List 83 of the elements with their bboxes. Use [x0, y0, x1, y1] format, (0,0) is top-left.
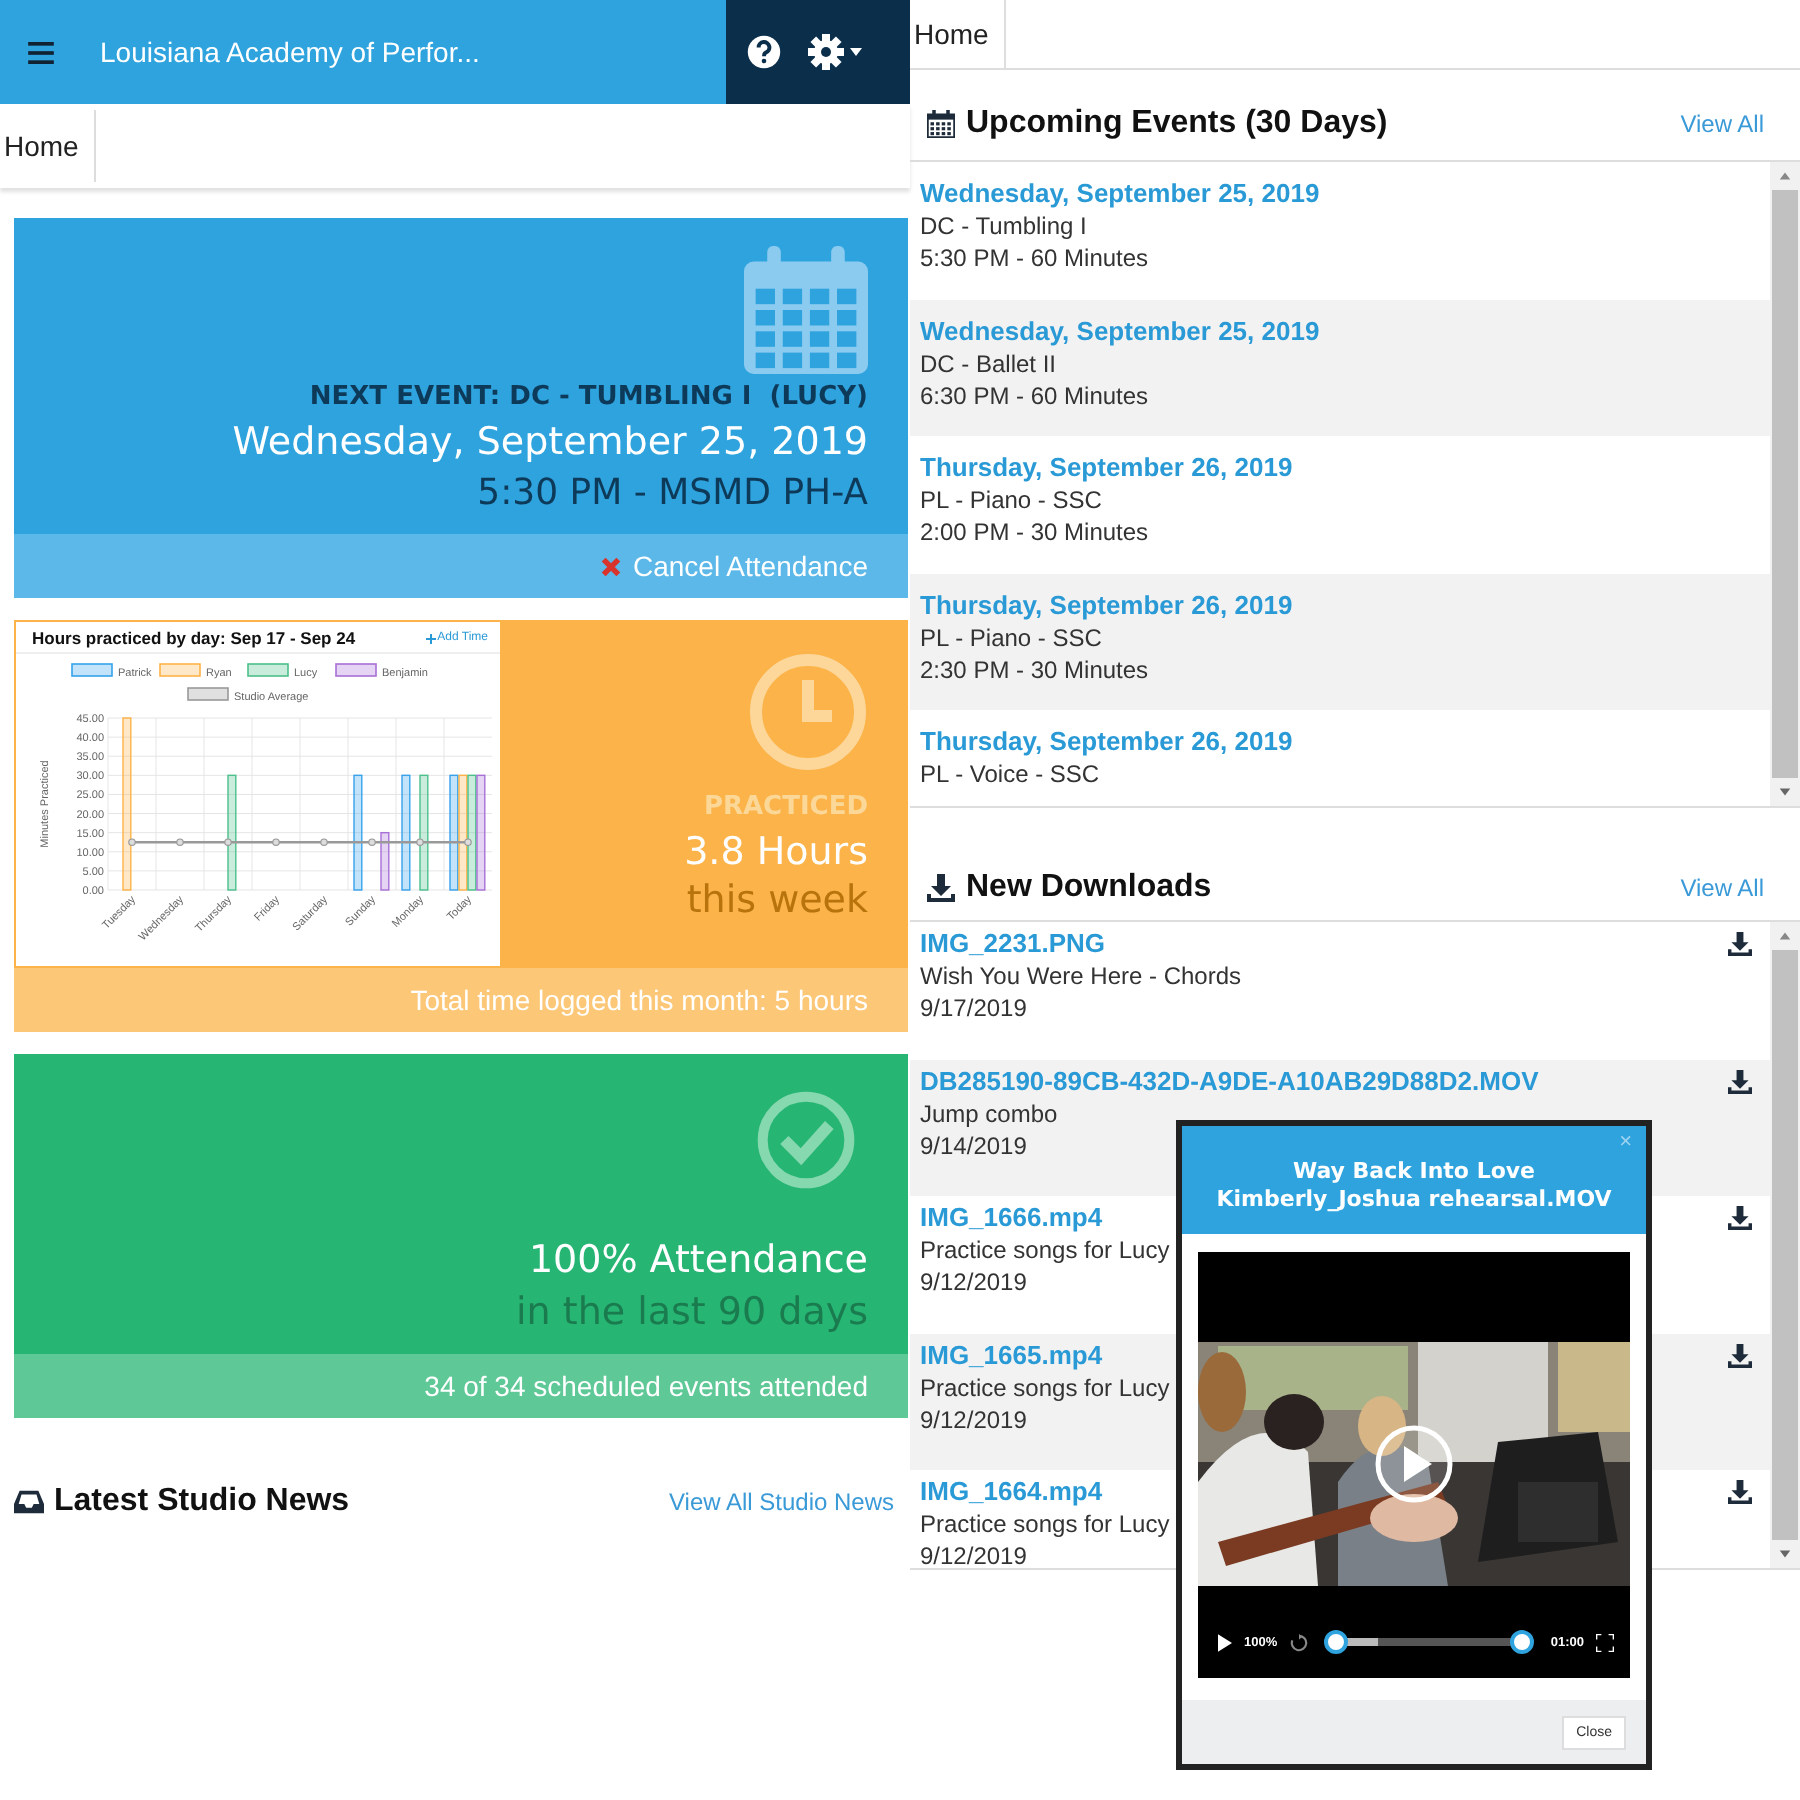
event-time: 2:30 PM - 30 Minutes — [920, 655, 1151, 683]
view-all-news-link[interactable]: View All Studio News — [669, 1488, 894, 1516]
event-date-link[interactable]: Wednesday, September 25, 2019 — [920, 178, 1760, 208]
x-icon — [600, 555, 623, 577]
scroll-down-icon[interactable] — [1778, 1548, 1792, 1560]
fullscreen-icon[interactable] — [1596, 1633, 1614, 1651]
event-date-link[interactable]: Thursday, September 26, 2019 — [920, 589, 1760, 619]
scrollbar[interactable] — [1770, 162, 1800, 806]
end-handle[interactable] — [1510, 1630, 1535, 1654]
scroll-up-icon[interactable] — [1778, 930, 1792, 942]
scrollbar[interactable] — [1770, 922, 1800, 1568]
practiced-period: this week — [686, 878, 868, 922]
plus-icon — [425, 633, 436, 643]
download-icon[interactable] — [1728, 1480, 1752, 1504]
download-icon[interactable] — [1728, 1343, 1752, 1367]
download-icon[interactable] — [1728, 1069, 1752, 1093]
dialog-title: Way Back Into Love — [1292, 1158, 1536, 1186]
breadcrumb-link[interactable]: Home — [910, 0, 1007, 70]
section-title: Upcoming Events (30 Days) — [966, 106, 1388, 142]
scroll-thumb[interactable] — [1772, 190, 1798, 778]
download-icon[interactable] — [1728, 1206, 1752, 1230]
seek-bar[interactable] — [1323, 1630, 1535, 1654]
event-date-link[interactable]: Thursday, September 26, 2019 — [920, 452, 1760, 482]
event-time: 6:30 PM - 60 Minutes — [920, 381, 1151, 409]
file-name-link[interactable]: IMG_2231.PNG — [920, 928, 1242, 958]
seek-handle[interactable] — [1323, 1630, 1348, 1654]
close-button[interactable]: × — [1619, 1130, 1632, 1154]
menu-icon[interactable] — [28, 41, 54, 63]
file-description: Practice songs for Lucy — [920, 1510, 1170, 1538]
file-date: 9/12/2019 — [920, 1542, 1029, 1568]
event-date-link[interactable]: Thursday, September 26, 2019 — [920, 726, 1760, 756]
breadcrumb-link[interactable]: Home — [0, 110, 97, 182]
view-all-link[interactable]: View All — [1680, 874, 1764, 902]
file-date: 9/17/2019 — [920, 994, 1029, 1022]
event-time: 5:30 PM - 60 Minutes — [920, 244, 1151, 272]
file-name-link[interactable]: IMG_1664.mp4 — [920, 1476, 1170, 1506]
event-name: PL - Piano - SSC — [920, 486, 1104, 514]
monthly-total: Total time logged this month: 5 hours — [410, 984, 868, 1016]
attendance-percent: 100% Attendance — [528, 1238, 868, 1282]
file-description: Practice songs for Lucy — [920, 1236, 1170, 1264]
file-description: Wish You Were Here - Chords — [920, 962, 1242, 990]
news-title: Latest Studio News — [54, 1484, 350, 1520]
event-name: PL - Piano - SSC — [920, 623, 1104, 651]
calendar-icon — [744, 246, 868, 374]
section-title: New Downloads — [966, 870, 1212, 906]
event-time: 5:30 PM - MSMD PH-A — [477, 472, 868, 514]
events-attended: 34 of 34 scheduled events attended — [424, 1370, 868, 1402]
replay-icon[interactable] — [1289, 1633, 1308, 1651]
event-time: 2:00 PM - 30 Minutes — [920, 518, 1151, 546]
file-name-link[interactable]: IMG_1665.mp4 — [920, 1339, 1170, 1369]
event-date-link[interactable]: Wednesday, September 25, 2019 — [920, 315, 1760, 345]
file-name-link[interactable]: DB285190-89CB-432D-A9DE-A10AB29D88D2.MOV — [920, 1065, 1539, 1095]
calendar-icon — [926, 110, 956, 138]
practiced-hours: 3.8 Hours — [684, 830, 868, 874]
view-all-link[interactable]: View All — [1680, 110, 1764, 138]
play-icon[interactable] — [1218, 1633, 1232, 1651]
next-event-label: NEXT EVENT: DC - TUMBLING I (LUCY) — [309, 382, 868, 412]
scroll-up-icon[interactable] — [1778, 170, 1792, 182]
scroll-down-icon[interactable] — [1778, 786, 1792, 798]
file-description: Practice songs for Lucy — [920, 1373, 1170, 1401]
file-date: 9/12/2019 — [920, 1405, 1029, 1433]
play-button-icon[interactable] — [1374, 1424, 1454, 1504]
event-name: PL - Voice - SSC — [920, 760, 1102, 788]
file-date: 9/14/2019 — [920, 1131, 1029, 1159]
inbox-icon — [14, 1488, 44, 1516]
settings-icon[interactable] — [806, 32, 866, 72]
event-date: Wednesday, September 25, 2019 — [232, 420, 868, 464]
scroll-thumb[interactable] — [1772, 950, 1798, 1540]
download-icon[interactable] — [1728, 932, 1752, 956]
cancel-attendance-button[interactable]: Cancel Attendance — [600, 550, 868, 582]
file-date: 9/12/2019 — [920, 1268, 1029, 1296]
event-name: DC - Ballet II — [920, 349, 1059, 377]
chart-title: Hours practiced by day: Sep 17 - Sep 24 — [32, 628, 356, 648]
download-icon — [926, 874, 956, 902]
dialog-title: Kimberly_Joshua rehearsal.MOV — [1216, 1186, 1612, 1214]
help-icon[interactable] — [746, 34, 782, 70]
event-name: DC - Tumbling I — [920, 212, 1089, 240]
file-description: Jump combo — [920, 1099, 1060, 1127]
file-name-link[interactable]: IMG_1666.mp4 — [920, 1202, 1170, 1232]
clock-icon — [748, 652, 868, 772]
attendance-period: in the last 90 days — [516, 1290, 868, 1334]
academy-title: Louisiana Academy of Perfor... — [100, 36, 480, 68]
practiced-label: PRACTICED — [703, 792, 868, 822]
